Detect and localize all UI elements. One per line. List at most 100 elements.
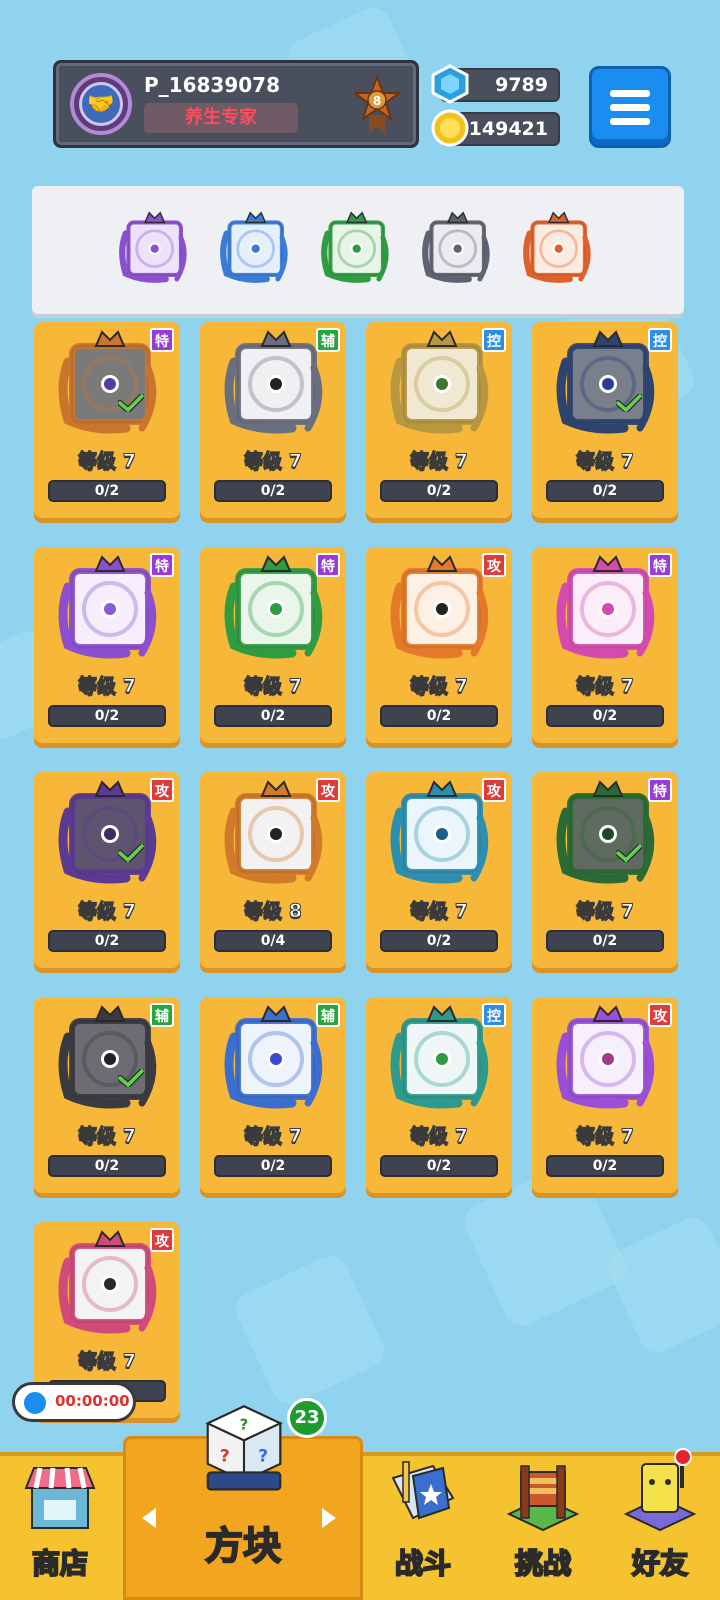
dice-card[interactable]: 辅等级 7 0/2 (200, 997, 346, 1193)
dice-art (386, 328, 496, 438)
nav-battle[interactable]: 战斗 (363, 1452, 483, 1600)
gem-icon (431, 64, 469, 104)
player-profile-panel[interactable]: 🤝 P_16839078 养生专家 8 (53, 60, 419, 148)
progress-text: 0/2 (260, 1158, 286, 1174)
dice-card[interactable]: 控等级 7 0/2 (366, 322, 512, 518)
event-timer[interactable]: 00:00:00 (12, 1382, 136, 1422)
dice-card[interactable]: 攻等级 8 0/4 (200, 772, 346, 968)
dice-type-tag: 特 (150, 553, 174, 577)
dice-card[interactable]: 攻等级 7 0/2 (532, 997, 678, 1193)
nav-dice[interactable]: ? ? ? 方块 (183, 1396, 303, 1569)
dice-card[interactable]: 特等级 7 0/2 (34, 547, 180, 743)
gear-icon (422, 211, 490, 283)
infinity-icon (523, 211, 591, 283)
dice-art (552, 553, 662, 663)
equipped-check-icon (616, 844, 642, 862)
deck-slot-purple-rune-dice[interactable] (116, 210, 190, 286)
dice-type-tag: 辅 (316, 1003, 340, 1027)
dice-type-tag: 控 (482, 1003, 506, 1027)
equipped-check-icon (118, 1069, 144, 1087)
progress-text: 0/4 (260, 933, 286, 949)
upgrade-progress-bar: 0/2 (546, 1155, 664, 1177)
progress-text: 0/2 (94, 483, 120, 499)
background-dice (230, 1250, 390, 1410)
dice-type-tag: 控 (482, 328, 506, 352)
upgrade-progress-bar: 0/2 (380, 1155, 498, 1177)
nav-right-arrow[interactable] (322, 1508, 336, 1528)
dice-card[interactable]: 辅等级 7 0/2 (34, 997, 180, 1193)
dice-card[interactable]: 特等级 7 0/2 (532, 547, 678, 743)
upgrade-progress-bar: 0/2 (48, 930, 166, 952)
dice-card[interactable]: 辅等级 7 0/2 (200, 322, 346, 518)
dice-type-tag: 攻 (482, 778, 506, 802)
handshake-icon: 🤝 (79, 82, 123, 126)
dice-level: 等级 8 (244, 900, 303, 923)
rank-number: 8 (373, 94, 381, 108)
dice-art (220, 328, 330, 438)
svg-text:?: ? (258, 1447, 268, 1467)
nav-challenge[interactable]: 挑战 (483, 1452, 603, 1600)
dice-type-tag: 控 (648, 328, 672, 352)
background-dice (601, 1211, 720, 1359)
dice-type-tag: 辅 (316, 328, 340, 352)
dice-card[interactable]: 攻等级 7 0/2 (366, 547, 512, 743)
dice-type-tag: 辅 (150, 1003, 174, 1027)
gem-counter[interactable]: 9789 (431, 64, 560, 104)
vine-icon (321, 211, 389, 283)
friends-character-icon (623, 1462, 697, 1532)
progress-text: 0/2 (592, 933, 618, 949)
deck-slot-snowflake-dice[interactable] (217, 210, 291, 286)
dice-art (54, 1003, 164, 1113)
nav-friends[interactable]: 好友 (600, 1452, 720, 1600)
dice-art (54, 553, 164, 663)
dice-art (386, 1003, 496, 1113)
dice-card[interactable]: 控等级 7 0/2 (532, 322, 678, 518)
equipped-check-icon (616, 394, 642, 412)
fangs-icon (224, 330, 323, 434)
dice-art (54, 778, 164, 888)
dice-level: 等级 7 (410, 1125, 469, 1148)
deck-slot-green-vine-dice[interactable] (318, 210, 392, 286)
dice-level: 等级 7 (576, 1125, 635, 1148)
snowflake-icon (220, 211, 288, 283)
shield-icon (390, 330, 489, 434)
timer-text: 00:00:00 (55, 1392, 130, 1410)
infinity-icon (58, 330, 157, 434)
gold-coin-icon (431, 109, 469, 147)
menu-bar (610, 89, 650, 97)
dice-art (552, 1003, 662, 1113)
dice-card[interactable]: 控等级 7 0/2 (366, 997, 512, 1193)
dice-type-tag: 攻 (150, 1228, 174, 1252)
snowflake-icon (556, 330, 655, 434)
progress-text: 0/2 (260, 483, 286, 499)
deck-slot-infinity-dice[interactable] (520, 210, 594, 286)
progress-text: 0/2 (426, 933, 452, 949)
friends-notification-dot (674, 1448, 692, 1466)
progress-text: 0/2 (426, 708, 452, 724)
progress-text: 0/2 (592, 708, 618, 724)
vortex-icon (390, 780, 489, 884)
dice-card[interactable]: 特等级 7 0/2 (200, 547, 346, 743)
gold-counter[interactable]: 149421 (431, 109, 560, 147)
menu-bar (610, 103, 650, 111)
stopwatch-icon (21, 1389, 49, 1417)
progress-text: 0/2 (426, 1158, 452, 1174)
nav-left-arrow[interactable] (142, 1508, 156, 1528)
upgrade-progress-bar: 0/2 (380, 930, 498, 952)
dice-card[interactable]: 特等级 7 0/2 (532, 772, 678, 968)
dice-card[interactable]: 攻等级 7 0/2 (366, 772, 512, 968)
nav-shop[interactable]: 商店 (0, 1452, 120, 1600)
deck-slot-grey-gear-dice[interactable] (419, 210, 493, 286)
upgrade-progress-bar: 0/2 (214, 1155, 332, 1177)
dice-card[interactable]: 特等级 7 0/2 (34, 322, 180, 518)
pentagram-icon (224, 555, 323, 659)
wind-icon (390, 1005, 489, 1109)
dice-type-tag: 特 (316, 553, 340, 577)
dice-art (220, 553, 330, 663)
dice-art (54, 1228, 164, 1338)
svg-text:?: ? (240, 1416, 249, 1434)
dice-level: 等级 7 (244, 1125, 303, 1148)
dice-card[interactable]: 攻等级 7 0/2 (34, 772, 180, 968)
menu-button[interactable] (589, 66, 671, 148)
dice-level: 等级 7 (576, 450, 635, 473)
